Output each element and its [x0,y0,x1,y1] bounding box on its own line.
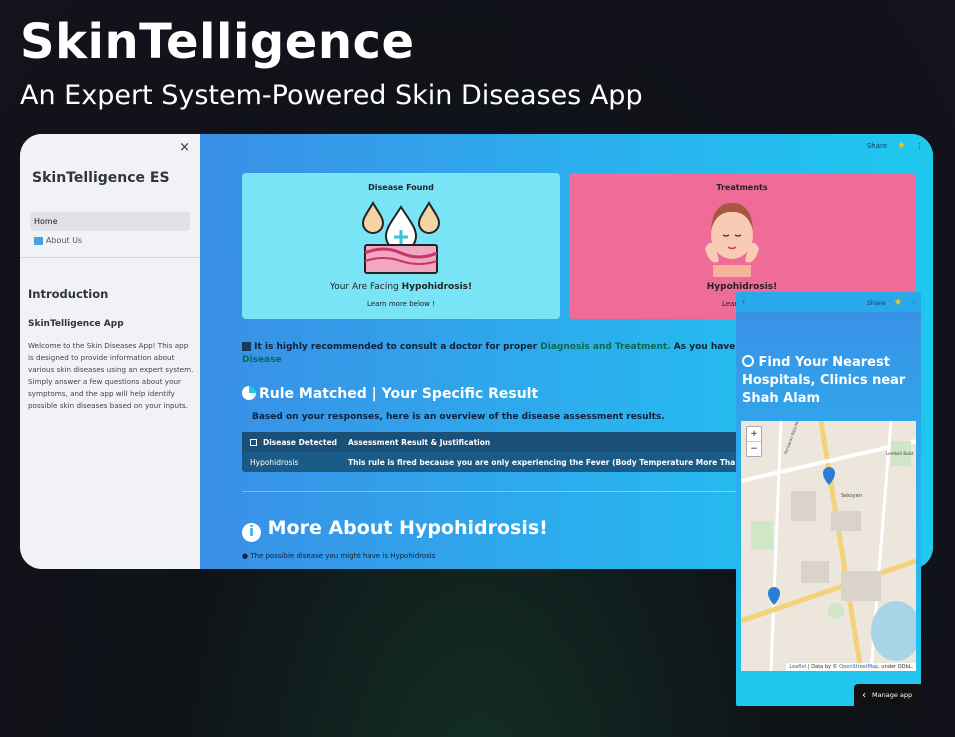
table-row: Hypohidrosis This rule is fired because … [242,452,772,472]
rule-heading: Rule Matched | Your Specific Result [242,386,538,402]
disease-found-card: Disease Found Your Are Facing Hypohidros… [242,173,560,319]
share-button[interactable]: Share [867,299,886,307]
rule-heading-text: Rule Matched | Your Specific Result [259,386,539,402]
chevron-right-icon[interactable]: › [742,297,745,306]
card-title: Disease Found [368,183,434,192]
mobile-toolbar: › Share ★ ⋮ [736,292,921,312]
toolbar: Share ★ ⋮ [867,140,923,151]
attribution-text: | Data by © [806,664,840,670]
menu-icon[interactable]: ⋮ [916,142,923,150]
sidebar-divider [20,257,200,258]
sidebar-heading: Introduction [28,287,109,301]
pie-chart-icon [242,386,256,400]
assessment-table: Disease Detected Assessment Result & Jus… [242,432,772,472]
table-icon [250,439,257,446]
learn-more-text: Learn more below ! [367,300,435,308]
face-care-icon [705,203,759,277]
osm-link[interactable]: OpenStreetMap [839,664,878,670]
book-icon [34,236,43,245]
map-tiles [741,421,916,671]
close-icon[interactable]: × [179,140,190,155]
sidebar-item-label: About Us [46,236,83,245]
hospital-map[interactable]: Seksyen Persiaran Raja Muda Lembah Bukit… [741,421,916,671]
map-label: Seksyen [841,493,862,499]
zoom-control: + − [746,426,762,457]
sidebar-paragraph: Welcome to the Skin Diseases App! This a… [28,341,194,410]
divider [242,491,782,492]
treatment-line: Hypohidrosis! [569,282,915,292]
recommendation-highlight: Diagnosis and Treatment. [540,342,671,352]
rule-intro: Based on your responses, here is an over… [252,412,665,422]
star-icon[interactable]: ★ [897,140,906,151]
hospital-heading: Find Your Nearest Hospitals, Clinics nea… [742,354,917,408]
chart-icon [242,342,251,351]
more-about-heading-text: More About Hypohidrosis! [267,517,548,539]
support-icon [742,355,754,367]
table-header: Disease Detected Assessment Result & Jus… [242,432,772,452]
share-button[interactable]: Share [867,142,887,150]
zoom-in-button[interactable]: + [747,427,761,442]
sidebar-nav: Home About Us [30,212,190,250]
sidebar-subheading: SkinTelligence App [28,319,124,329]
hero-subtitle: An Expert System-Powered Skin Diseases A… [20,80,643,111]
hero-title: SkinTelligence [20,14,415,70]
sidebar-item-about-us[interactable]: About Us [30,231,190,250]
disease-result-line: Your Are Facing Hypohidrosis! [242,282,560,292]
sweat-drops-icon [361,201,441,274]
sidebar: × SkinTelligence ES Home About Us Introd… [20,134,200,569]
treatment-disease-name: Hypohidrosis! [706,282,778,292]
map-label: Lembah Bukit [886,451,914,456]
recommendation-line2: Disease [242,355,282,365]
table-cell: Hypohidrosis [250,457,299,467]
more-about-heading: i More About Hypohidrosis! [242,517,548,542]
leaflet-link[interactable]: Leaflet [789,664,806,670]
disease-name: Hypohidrosis! [401,282,473,292]
menu-icon[interactable]: ⋮ [911,299,918,307]
sidebar-item-label: Home [34,217,58,226]
recommendation-a: It is highly recommended to consult a do… [254,342,541,352]
result-prefix: Your Are Facing [329,282,402,292]
table-cell: This rule is fired because you are only … [348,457,772,467]
card-title: Treatments [716,183,768,192]
zoom-out-button[interactable]: − [747,442,761,456]
table-header-cell: Disease Detected [242,438,348,447]
recommendation-text: It is highly recommended to consult a do… [242,341,802,367]
map-attribution: Leaflet | Data by © OpenStreetMap, under… [786,663,916,671]
sidebar-item-home[interactable]: Home [30,212,190,231]
mobile-window: › Share ★ ⋮ Find Your Nearest Hospitals,… [736,292,921,706]
more-about-bullet: ● The possible disease you might have is… [242,552,436,560]
manage-app-button[interactable]: ‹ Manage app [854,684,922,706]
attribution-text: , under ODbL. [878,664,913,670]
column-disease: Disease Detected [263,437,338,447]
column-assessment: Assessment Result & Justification [348,437,491,447]
manage-app-label: Manage app [872,691,913,699]
hospital-heading-text: Find Your Nearest Hospitals, Clinics nea… [742,355,906,406]
info-icon: i [242,523,261,542]
sidebar-brand: SkinTelligence ES [32,170,170,186]
chevron-left-icon: ‹ [862,689,866,701]
star-icon[interactable]: ★ [894,297,903,308]
